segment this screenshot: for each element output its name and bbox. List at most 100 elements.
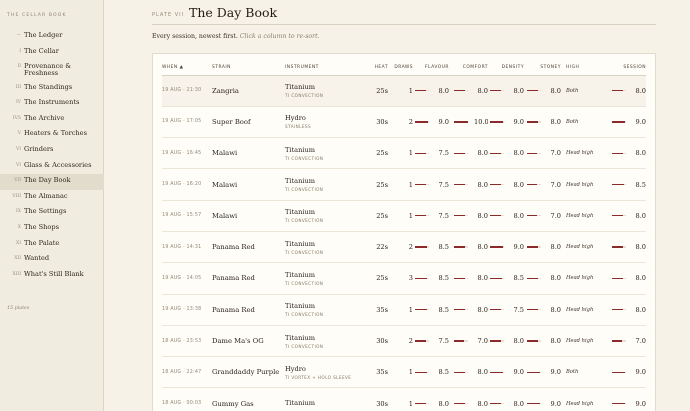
column-stoney[interactable]: STONEY [524,61,561,76]
sidebar-item-numeral: IX [16,209,21,215]
cell-draws: 1 [388,294,413,326]
comfort-score-value: 8.0 [477,180,489,189]
flavour-score-bar [415,121,429,123]
density-score-value: 9.0 [513,368,525,377]
comfort-score-fill [454,121,468,123]
table-row[interactable]: 18 AUG · 23:53 Dame Ma's OG Titanium TI CON… [162,325,646,358]
instrument-name: Titanium [285,83,315,92]
density-score-value: 8.0 [513,211,525,220]
sidebar-item[interactable]: IVS The Archive [0,112,104,128]
sidebar-item[interactable]: IX The Settings [0,205,104,221]
sidebar-item[interactable]: XII Wanted [0,252,104,268]
table-row[interactable]: 19 AUG · 14:31 Panama Red Titanium TI CONVE… [162,231,646,264]
density-score-value: 8.0 [513,399,525,408]
cell-density: 9.0 [488,356,525,389]
sidebar-item-label: The Shops [24,222,59,231]
table-row[interactable]: 19 AUG · 16:45 Malawi Titanium TI CONVECTIO… [162,137,647,170]
column-draws[interactable]: DRAWS [388,61,413,76]
stoney-score-bar [527,183,541,186]
sidebar-item[interactable]: X The Shops [0,221,104,237]
cell-comfort: 8.0 [449,200,488,232]
column-when[interactable]: WHEN ▲ [162,61,212,76]
sidebar-item-label: The Standings [24,82,73,91]
cell-stoney: 8.0 [524,325,561,358]
column-heat[interactable]: HEAT [361,61,388,76]
sidebar-item[interactable]: IV The Instruments [0,96,104,112]
session-score-bar [612,402,626,405]
sidebar-item[interactable]: XI The Palate [0,237,104,253]
column-flavour[interactable]: FLAVOUR [413,61,449,76]
cell-density: 9.0 [488,106,524,139]
column-high[interactable]: HIGH [561,61,601,76]
table-row[interactable]: 19 AUG · 16:20 Malawi Titanium TI CONVECTIO… [162,168,646,201]
sidebar-item[interactable]: VI Glass & Accessories [0,159,104,175]
sidebar-item-label: The Settings [24,207,67,216]
table-row[interactable]: 19 AUG · 14:05 Panama Red Titanium TI CONVE… [162,262,646,295]
sidebar-item[interactable]: VI Grinders [0,143,104,159]
instrument-name: Titanium [285,398,315,407]
flavour-score-fill [415,89,427,92]
column-instrument[interactable]: INSTRUMENT [285,61,361,76]
cell-draws: 1 [388,75,413,107]
table-row[interactable]: 19 AUG · 17:05 Super Boof Hydro STAINLESS 30… [162,106,647,139]
sidebar-item-label: Grinders [24,144,54,153]
stoney-score-value: 9.0 [550,399,562,408]
cell-flavour: 8.0 [413,75,449,107]
flavour-score-bar [415,246,429,248]
table-row[interactable]: 18 AUG · 22:47 Granddaddy Purple Hydro TI V… [162,356,646,389]
table-row[interactable]: 19 AUG · 13:38 Panama Red Titanium TI CONVE… [162,294,646,326]
cell-comfort: 8.0 [449,262,488,295]
stoney-score-value: 8.0 [550,243,562,252]
comfort-score-value: 8.0 [477,243,489,252]
sidebar-item[interactable]: — The Ledger [0,29,104,45]
sidebar-item[interactable]: I The Cellar [0,45,104,61]
cell-heat: 25s [361,200,388,232]
column-comfort[interactable]: COMFORT [449,61,488,76]
plates-count: 15 plates [7,306,30,311]
cell-density: 8.0 [488,387,525,411]
sidebar-item[interactable]: XIII What's Still Blank [0,268,104,284]
cell-high: Head high [561,168,601,201]
density-score-bar [490,89,504,92]
sidebar-item[interactable]: V Heaters & Torches [0,127,104,143]
sidebar-item-label: The Almanac [24,191,68,200]
flavour-score-bar [415,277,429,280]
cell-flavour: 8.5 [413,294,449,326]
instrument-name: Titanium [285,145,315,154]
density-score-value: 9.0 [513,243,525,252]
stoney-score-bar [527,152,541,154]
session-score-value: 9.0 [635,117,647,126]
cell-strain: Panama Red [212,262,285,295]
stoney-score-value: 9.0 [550,368,562,377]
table-row[interactable]: 18 AUG · 00:03 Gummy Gas Titanium 30s 1 8.0 8.… [162,387,646,411]
sidebar-item[interactable]: VIII The Almanac [0,190,104,206]
flavour-score-bar [415,402,429,405]
sidebar-item[interactable]: II Provenance & Freshness [0,60,104,80]
column-density[interactable]: DENSITY [488,61,524,76]
column-strain[interactable]: STRAIN [212,61,285,76]
cell-heat: 30s [361,387,388,411]
table-row[interactable]: 19 AUG · 21:30 Zangria Titanium TI CONVECTI… [162,75,646,107]
cell-high: Head high [561,262,601,295]
session-score-value: 8.0 [635,149,647,158]
comfort-score-fill [454,246,466,248]
instrument-detail: TI CONVECTION [285,187,324,193]
cell-high: Head high [561,137,601,170]
table-row[interactable]: 19 AUG · 15:57 Malawi Titanium TI CONVECTIO… [162,200,646,232]
density-score-bar [490,183,504,186]
stoney-score-bar [527,89,541,92]
cell-when: 19 AUG · 15:57 [162,200,212,232]
density-score-bar [490,402,504,405]
stoney-score-value: 8.0 [550,86,562,95]
comfort-score-value: 8.0 [477,399,489,408]
cell-draws: 1 [388,137,413,170]
column-session[interactable]: SESSION [601,61,646,76]
cell-session: 9.0 [601,387,646,411]
cell-heat: 25s [361,168,388,201]
session-score-fill [612,402,625,405]
sidebar-item-label: The Instruments [24,98,80,107]
sidebar-item-numeral: XII [14,256,21,262]
stoney-score-fill [527,215,537,217]
sidebar-item[interactable]: VII The Day Book [0,174,104,190]
sidebar-item[interactable]: III The Standings [0,81,104,97]
